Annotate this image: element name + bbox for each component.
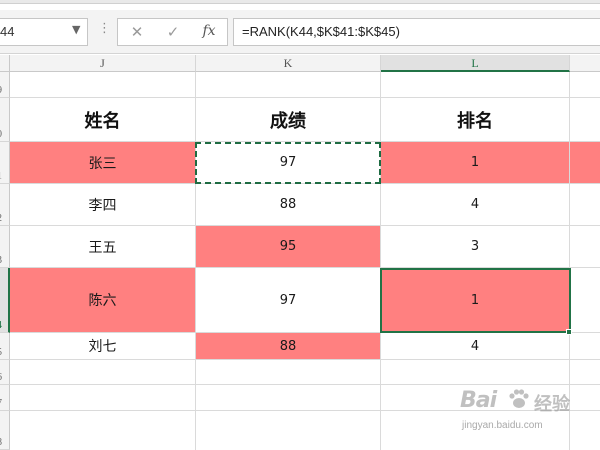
row-header[interactable]: 7 (0, 385, 10, 411)
grid-cell[interactable] (196, 360, 381, 385)
score-cell[interactable]: 97 (196, 142, 381, 184)
grid-cell[interactable] (570, 226, 600, 268)
row-header-selected[interactable]: 4 (0, 268, 10, 333)
column-header-l[interactable]: L (381, 55, 570, 72)
formula-bar: 44 ▼ ⋮ ✕ ✓ fx =RANK(K44,$K$41:$K$45) (0, 10, 600, 54)
row-header[interactable]: 2 (0, 184, 10, 226)
grid-cell[interactable] (10, 72, 196, 98)
grid-cell[interactable] (570, 360, 600, 385)
grid-cell[interactable] (10, 411, 196, 450)
formula-text: =RANK(K44,$K$41:$K$45) (242, 24, 400, 39)
rank-cell[interactable]: 1 (381, 142, 570, 184)
grid-cell[interactable] (381, 360, 570, 385)
baidu-paw-icon (509, 389, 529, 408)
row-header[interactable]: 1 (0, 142, 10, 184)
row-header[interactable]: 6 (0, 360, 10, 385)
row-header[interactable]: 5 (0, 333, 10, 360)
grid-cell[interactable] (570, 333, 600, 360)
rank-cell[interactable]: 4 (381, 333, 570, 360)
grid-cell[interactable] (570, 98, 600, 142)
header-cell-score[interactable]: 成绩 (196, 98, 381, 142)
name-cell[interactable]: 刘七 (10, 333, 196, 360)
fill-handle[interactable] (566, 329, 572, 335)
name-box-value: 44 (0, 24, 15, 39)
rank-cell[interactable]: 4 (381, 184, 570, 226)
name-box[interactable]: 44 ▼ (0, 18, 88, 46)
grid-cell[interactable] (570, 72, 600, 98)
score-cell[interactable]: 97 (196, 268, 381, 333)
select-all-corner[interactable] (0, 55, 10, 72)
check-icon[interactable]: ✓ (162, 23, 184, 41)
drag-handle-icon[interactable]: ⋮ (98, 22, 111, 35)
watermark-logo-text: Bai (460, 388, 497, 413)
grid-cell[interactable] (570, 268, 600, 333)
name-cell[interactable]: 陈六 (10, 268, 196, 333)
insert-function-icon[interactable]: fx (198, 23, 220, 39)
watermark-url: jingyan.baidu.com (462, 420, 543, 431)
name-cell[interactable]: 张三 (10, 142, 196, 184)
grid-cell[interactable] (10, 360, 196, 385)
baidu-watermark: Bai 经验 jingyan.baidu.com (460, 384, 595, 440)
grid-cell[interactable] (196, 72, 381, 98)
name-cell[interactable]: 李四 (10, 184, 196, 226)
name-cell[interactable]: 王五 (10, 226, 196, 268)
watermark-suffix: 经验 (534, 394, 570, 415)
grid-cell[interactable] (570, 142, 600, 184)
column-header-m[interactable] (570, 55, 600, 72)
ribbon-bottom-edge (0, 0, 600, 4)
header-cell-name[interactable]: 姓名 (10, 98, 196, 142)
header-cell-rank[interactable]: 排名 (381, 98, 570, 142)
cancel-icon[interactable]: ✕ (126, 23, 148, 41)
score-cell[interactable]: 88 (196, 184, 381, 226)
grid-cell[interactable] (570, 184, 600, 226)
grid-cell[interactable] (196, 411, 381, 450)
grid-cell[interactable] (381, 72, 570, 98)
row-header[interactable]: 3 (0, 226, 10, 268)
column-header-k[interactable]: K (196, 55, 381, 72)
formula-input[interactable]: =RANK(K44,$K$41:$K$45) (233, 18, 600, 46)
formula-buttons: ✕ ✓ fx (117, 18, 228, 46)
row-header[interactable]: 8 (0, 411, 10, 450)
grid-cell[interactable] (196, 385, 381, 411)
row-header[interactable]: 9 (0, 72, 10, 98)
score-cell[interactable]: 88 (196, 333, 381, 360)
grid-cell[interactable] (10, 385, 196, 411)
rank-cell[interactable]: 3 (381, 226, 570, 268)
rank-cell-active[interactable]: 1 (381, 268, 570, 333)
row-header[interactable]: 0 (0, 98, 10, 142)
chevron-down-icon[interactable]: ▼ (72, 23, 80, 36)
score-cell[interactable]: 95 (196, 226, 381, 268)
column-header-j[interactable]: J (10, 55, 196, 72)
